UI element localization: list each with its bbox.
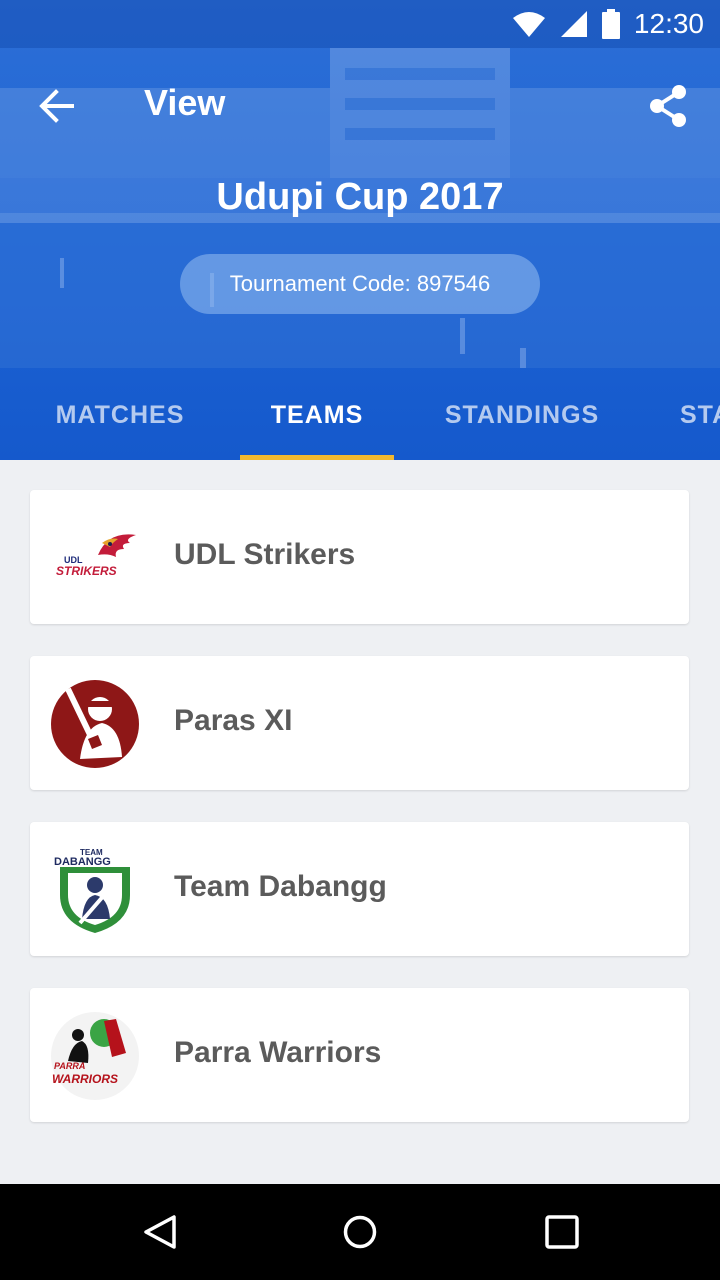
team-card-paras-xi[interactable]: Paras XI	[30, 656, 689, 790]
tab-stats[interactable]: STATS	[680, 370, 720, 460]
tab-standings[interactable]: STANDINGS	[420, 370, 624, 460]
back-button[interactable]	[24, 74, 88, 138]
strikers-logo-text: STRIKERS	[56, 564, 117, 578]
tab-bar: MATCHES TEAMS STANDINGS STATS	[0, 370, 720, 460]
tournament-code-text: Tournament Code: 897546	[229, 271, 491, 296]
warriors-logo-text: WARRIORS	[52, 1072, 118, 1086]
share-icon	[650, 85, 686, 127]
paras-xi-logo	[51, 680, 139, 768]
dabangg-logo-text: DABANGG	[54, 856, 111, 868]
parra-warriors-logo: PARRA WARRIORS	[51, 1012, 139, 1100]
wifi-icon	[512, 12, 545, 37]
arrow-back-icon	[39, 89, 74, 123]
tab-matches[interactable]: MATCHES	[0, 370, 240, 460]
tab-indicator	[240, 455, 394, 460]
battery-icon	[601, 9, 620, 39]
nav-recents-button[interactable]	[530, 1200, 594, 1264]
signal-icon	[560, 11, 587, 37]
status-bar: 12:30	[0, 0, 720, 48]
team-name: Paras XI	[174, 704, 293, 737]
status-time: 12:30	[633, 8, 704, 39]
team-dabangg-logo: TEAM DABANGG	[54, 848, 130, 933]
system-nav-bar	[0, 1184, 720, 1280]
tournament-code-badge[interactable]: Tournament Code: 897546	[180, 254, 540, 314]
team-name: UDL Strikers	[174, 538, 356, 571]
team-card-team-dabangg[interactable]: TEAM DABANGG Team Dabangg	[30, 822, 689, 956]
udl-strikers-logo: UDL STRIKERS	[56, 534, 136, 578]
tournament-header: 12:30 View Udupi Cup 2017 Tournament Cod…	[0, 0, 720, 460]
nav-home-button[interactable]	[328, 1200, 392, 1264]
team-name: Parra Warriors	[174, 1036, 382, 1069]
back-triangle-icon	[144, 1215, 176, 1249]
nav-back-button[interactable]	[128, 1200, 192, 1264]
recents-square-icon	[545, 1215, 579, 1249]
toolbar: View	[0, 60, 720, 148]
team-card-udl-strikers[interactable]: UDL STRIKERS UDL Strikers	[30, 490, 689, 624]
share-button[interactable]	[636, 74, 700, 138]
tournament-name: Udupi Cup 2017	[216, 176, 504, 218]
parra-logo-text: PARRA	[54, 1061, 85, 1071]
page-title: View	[144, 82, 226, 123]
tab-teams[interactable]: TEAMS	[240, 370, 394, 460]
home-circle-icon	[343, 1215, 377, 1249]
team-card-parra-warriors[interactable]: PARRA WARRIORS Parra Warriors	[30, 988, 689, 1122]
team-name: Team Dabangg	[174, 870, 387, 903]
